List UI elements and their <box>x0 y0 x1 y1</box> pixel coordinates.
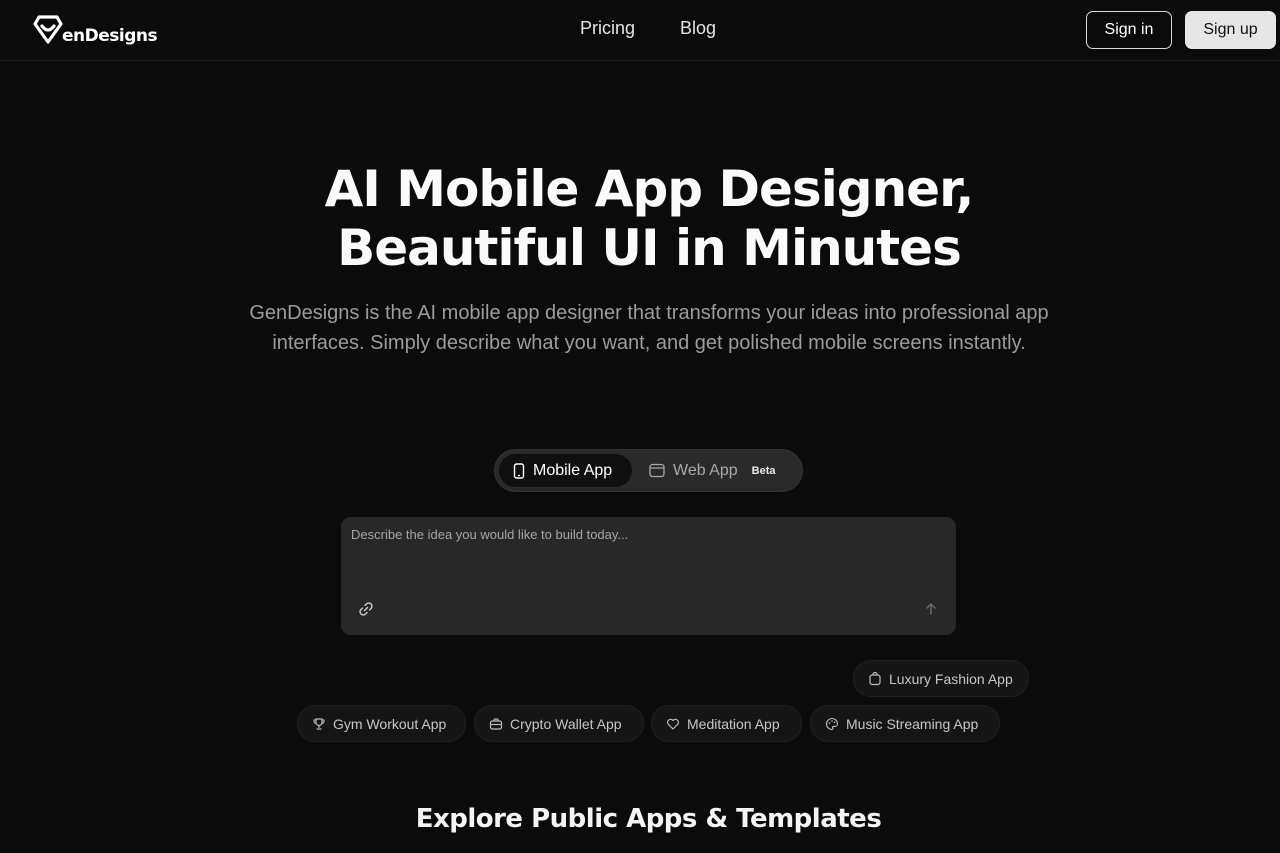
nav-link-pricing[interactable]: Pricing <box>580 18 635 39</box>
trophy-icon <box>312 717 326 731</box>
suggestion-label: Meditation App <box>687 715 780 732</box>
mobile-app-label: Mobile App <box>533 461 613 479</box>
hero-title-line-2: Beautiful UI in Minutes <box>337 219 962 277</box>
hero-subtitle: GenDesigns is the AI mobile app designer… <box>249 302 1049 354</box>
web-app-tab[interactable]: Web App Beta <box>647 454 797 487</box>
app-type-toggle: Mobile App Web App Beta <box>494 449 803 492</box>
link-attach-icon[interactable] <box>358 601 374 617</box>
beta-badge: Beta <box>751 464 776 477</box>
explore-section-title: Explore Public Apps & Templates <box>415 804 882 834</box>
sign-in-button[interactable]: Sign in <box>1086 11 1172 49</box>
palette-icon <box>825 717 839 731</box>
idea-prompt-input[interactable] <box>341 517 956 597</box>
suggestion-chip-gym-workout[interactable]: Gym Workout App <box>297 705 466 742</box>
briefcase-icon <box>489 717 503 731</box>
browser-window-icon <box>649 463 665 478</box>
hero-title-line-1: AI Mobile App Designer, <box>324 160 975 218</box>
sign-up-button[interactable]: Sign up <box>1185 11 1276 49</box>
suggestion-label: Crypto Wallet App <box>510 715 622 732</box>
top-navbar: enDesigns Pricing Blog Sign in Sign up <box>0 0 1280 61</box>
suggestion-chip-luxury-fashion[interactable]: Luxury Fashion App <box>853 660 1029 697</box>
shopping-bag-icon <box>868 671 882 686</box>
mobile-app-tab[interactable]: Mobile App <box>499 454 632 487</box>
suggestion-label: Music Streaming App <box>846 715 979 732</box>
suggestion-chip-meditation[interactable]: Meditation App <box>651 705 802 742</box>
suggestion-chip-crypto-wallet[interactable]: Crypto Wallet App <box>474 705 644 742</box>
suggestion-label: Gym Workout App <box>333 715 447 732</box>
suggestion-chip-music-streaming[interactable]: Music Streaming App <box>810 705 1000 742</box>
nav-link-blog[interactable]: Blog <box>680 18 716 39</box>
heart-icon <box>666 717 680 731</box>
prompt-box <box>341 517 956 635</box>
smartphone-icon <box>513 462 525 479</box>
hero-title: AI Mobile App Designer, Beautiful UI in … <box>0 160 1280 278</box>
send-arrow-up-icon[interactable] <box>924 602 938 616</box>
web-app-label: Web App <box>673 461 738 479</box>
suggestion-label: Luxury Fashion App <box>889 670 1013 687</box>
